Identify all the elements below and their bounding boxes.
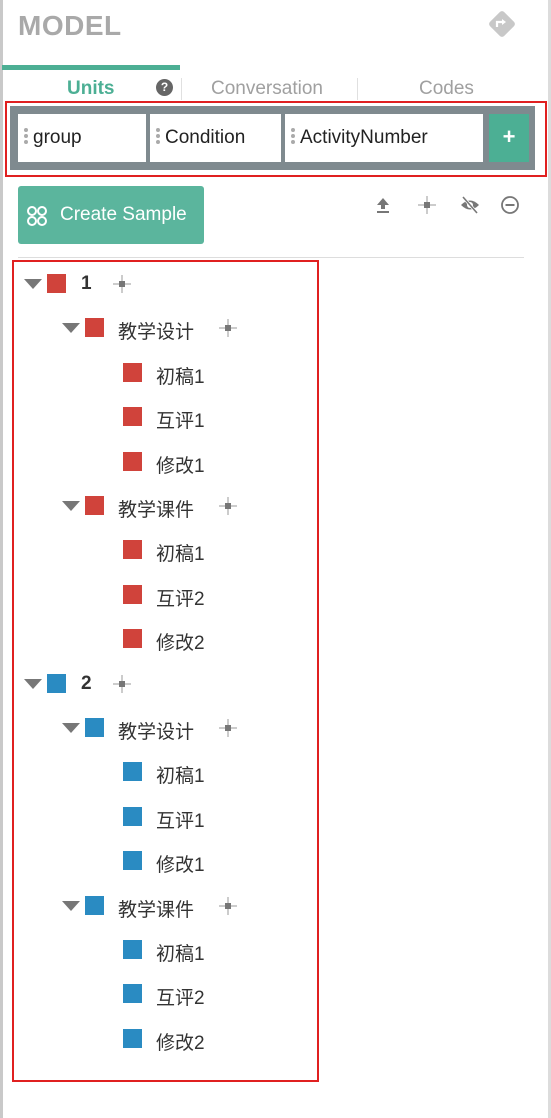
upload-icon[interactable]	[372, 194, 394, 216]
highlight-box	[5, 101, 547, 177]
create-sample-button[interactable]: Create Sample	[18, 186, 204, 244]
tab-conversation[interactable]: Conversation	[211, 78, 323, 100]
sample-grid-icon	[27, 206, 47, 226]
remove-circle-icon[interactable]	[499, 194, 521, 216]
tab-units[interactable]: Units	[67, 78, 115, 100]
tab-separator	[357, 78, 358, 100]
center-cross-icon[interactable]	[416, 194, 438, 216]
panel-left-border	[0, 0, 3, 1118]
highlight-box	[12, 260, 319, 1082]
panel-title: MODEL	[18, 10, 122, 41]
active-tab-indicator	[2, 65, 180, 70]
create-sample-label: Create Sample	[60, 204, 187, 225]
tab-codes[interactable]: Codes	[419, 78, 474, 100]
section-divider	[18, 257, 524, 258]
hide-eye-icon[interactable]	[459, 194, 481, 216]
tab-separator	[181, 78, 182, 100]
help-icon[interactable]: ?	[156, 79, 173, 96]
directions-diamond-icon[interactable]	[487, 9, 517, 39]
